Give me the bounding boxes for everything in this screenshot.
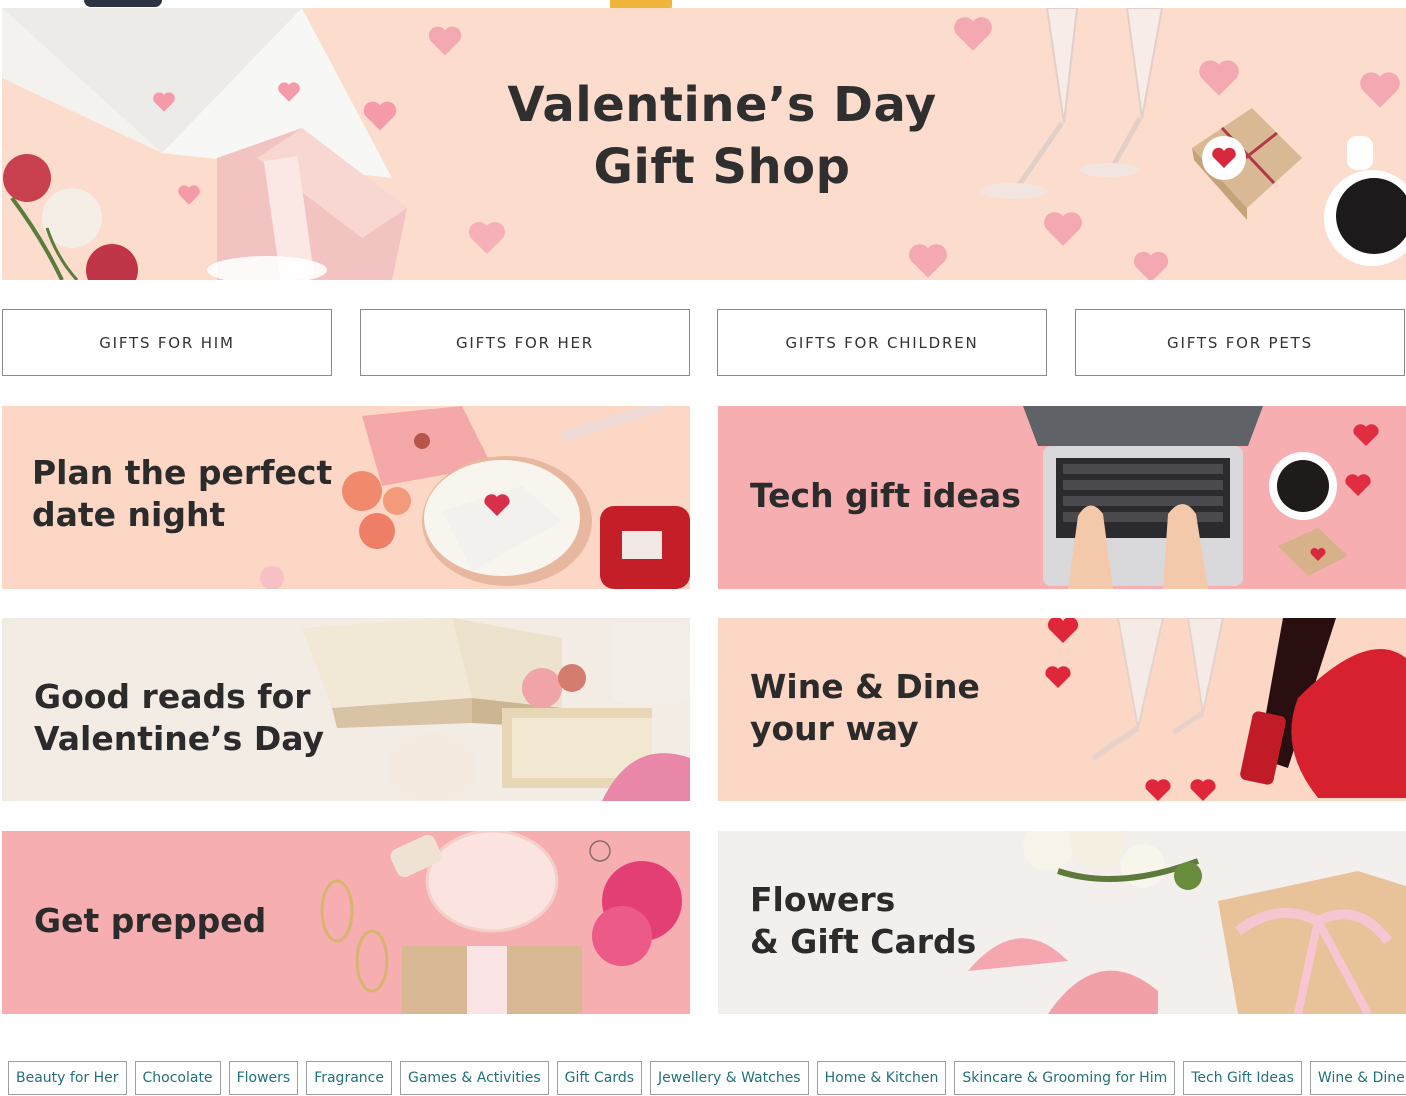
tag-flowers[interactable]: Flowers	[228, 1061, 299, 1095]
tag-chocolate[interactable]: Chocolate	[134, 1061, 221, 1095]
tile-get-prepped[interactable]: Get prepped	[2, 831, 690, 1014]
gifts-for-her-button[interactable]: GIFTS FOR HER	[360, 309, 690, 376]
hero-banner[interactable]: Valentine’s Day Gift Shop	[2, 8, 1406, 280]
tile-flowers-gift-cards-label: Flowers & Gift Cards	[750, 880, 977, 961]
tile-flowers-gift-cards[interactable]: Flowers & Gift Cards	[718, 831, 1406, 1014]
hero-title-line2: Gift Shop	[593, 139, 851, 195]
heart-icon	[363, 101, 397, 131]
tile-wine-and-dine-label: Wine & Dine your way	[750, 667, 980, 748]
heart-icon	[1199, 60, 1239, 96]
tile-tech-gift-ideas-label: Tech gift ideas	[750, 476, 1021, 515]
heart-icon	[469, 222, 505, 254]
heart-icon	[153, 92, 175, 112]
tile-get-prepped-label: Get prepped	[34, 901, 267, 940]
heart-icon	[909, 244, 947, 278]
tile-tech-gift-ideas[interactable]: Tech gift ideas	[718, 406, 1406, 589]
tile-date-night[interactable]: Plan the perfect date night	[2, 406, 690, 589]
tag-home-kitchen[interactable]: Home & Kitchen	[816, 1061, 947, 1095]
heart-icon	[1133, 251, 1169, 280]
top-dark-tab	[84, 0, 162, 7]
tag-tech-gift-ideas[interactable]: Tech Gift Ideas	[1183, 1061, 1302, 1095]
heart-icon	[1044, 212, 1082, 246]
tag-games-activities[interactable]: Games & Activities	[399, 1061, 549, 1095]
tag-fragrance[interactable]: Fragrance	[306, 1061, 392, 1095]
tag-beauty-for-her[interactable]: Beauty for Her	[8, 1061, 127, 1095]
hero-title: Valentine’s Day Gift Shop	[422, 74, 1022, 198]
gifts-for-pets-button[interactable]: GIFTS FOR PETS	[1075, 309, 1405, 376]
hero-title-line1: Valentine’s Day	[507, 77, 937, 133]
gifts-for-him-button[interactable]: GIFTS FOR HIM	[2, 309, 332, 376]
gifts-for-children-button[interactable]: GIFTS FOR CHILDREN	[717, 309, 1047, 376]
heart-icon	[278, 82, 300, 102]
tile-good-reads-label: Good reads for Valentine’s Day	[34, 677, 324, 758]
tag-skincare-grooming-him[interactable]: Skincare & Grooming for Him	[954, 1061, 1176, 1095]
tag-wine-dine[interactable]: Wine & Dine	[1309, 1061, 1406, 1095]
tile-good-reads[interactable]: Good reads for Valentine’s Day	[2, 618, 690, 801]
heart-icon	[428, 26, 462, 56]
tag-gift-cards[interactable]: Gift Cards	[556, 1061, 643, 1095]
heart-icon	[954, 17, 992, 51]
heart-icon	[1360, 72, 1400, 108]
tile-date-night-label: Plan the perfect date night	[32, 453, 333, 534]
tag-links: Beauty for Her Chocolate Flowers Fragran…	[8, 1061, 1406, 1095]
tile-wine-and-dine[interactable]: Wine & Dine your way	[718, 618, 1406, 801]
tag-jewellery-watches[interactable]: Jewellery & Watches	[650, 1061, 809, 1095]
heart-icon	[178, 185, 200, 205]
